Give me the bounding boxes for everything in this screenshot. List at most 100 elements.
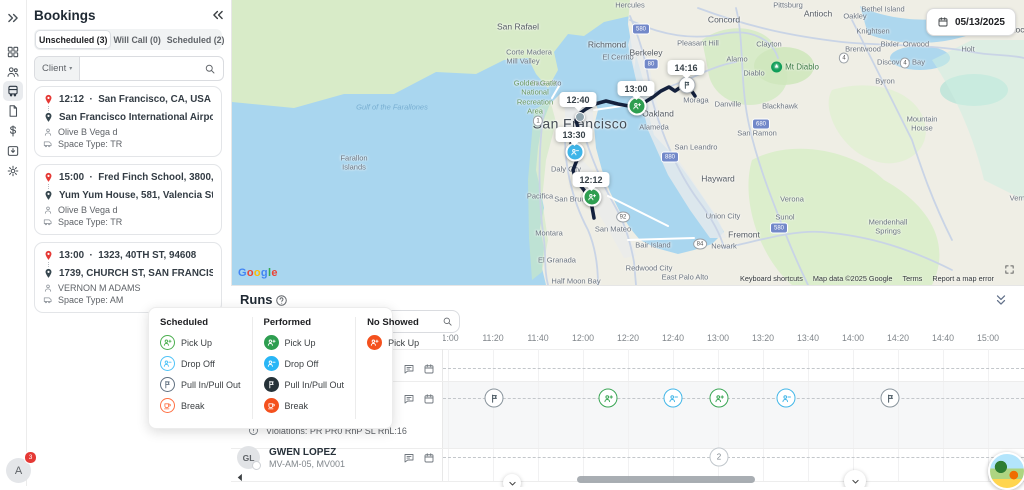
timeline-marker-dropoff[interactable] (777, 389, 796, 408)
timeline-tick: 14:20 (887, 333, 909, 343)
booking-card[interactable]: 12:12 · San Francisco, CA, USASan Franci… (34, 86, 222, 157)
map-attribution: Keyboard shortcuts Map data ©2025 Google T… (740, 274, 994, 283)
map-stop-marker-dot[interactable] (575, 112, 585, 122)
legend-column-performed: PerformedPick UpDrop OffPull In/Pull Out… (252, 317, 356, 419)
timeline-marker-pickup[interactable] (710, 389, 729, 408)
search-icon[interactable] (204, 63, 216, 75)
driver-status-dot (252, 461, 261, 470)
timeline-tick: 15:00 (977, 333, 999, 343)
pullout-icon (264, 377, 279, 392)
pullout-icon (160, 377, 175, 392)
legend-item: Pull In/Pull Out (160, 377, 241, 392)
booking-space-type: Space Type: AM (58, 295, 123, 305)
map-canvas[interactable]: San RafaelRichmondEl CerritoHerculesCort… (232, 0, 1024, 285)
help-icon[interactable] (275, 294, 288, 307)
attribution-link[interactable]: Terms (902, 274, 922, 283)
pickup-icon (367, 335, 382, 350)
driver-row[interactable]: GL GWEN LOPEZ MV-AM-05, MV001 (237, 446, 345, 469)
bookings-search-input[interactable] (80, 63, 204, 74)
timeline-marker-pickup[interactable] (599, 389, 618, 408)
sidebar-item-people[interactable] (3, 62, 23, 82)
legend-item: Break (160, 398, 241, 413)
timeline-tick: 13:40 (797, 333, 819, 343)
timeline-marker-cluster[interactable]: 2 (710, 448, 729, 467)
date-picker-chip[interactable]: 05/13/2025 (926, 8, 1016, 36)
calendar-icon[interactable] (423, 452, 435, 464)
sidebar-item-billing[interactable] (3, 121, 23, 141)
scroll-down-button[interactable] (503, 474, 521, 487)
sidebar-item-dashboard[interactable] (3, 42, 23, 62)
route-connector (48, 262, 213, 267)
expand-rows-button[interactable] (844, 470, 866, 487)
booking-dropoff: 1739, CHURCH ST, SAN FRANCISCO, 94131 (59, 268, 213, 279)
attribution-link[interactable]: Report a map error (932, 274, 994, 283)
fullscreen-icon[interactable] (1004, 264, 1015, 275)
scroll-left-icon[interactable] (235, 472, 246, 483)
attribution-link[interactable]: Keyboard shortcuts (740, 274, 803, 283)
legend-item: Pick Up (160, 335, 241, 350)
break-icon (264, 398, 279, 413)
legend-item-label: Drop Off (285, 359, 319, 369)
run-row-actions (403, 452, 435, 464)
legend-item-label: Pick Up (181, 338, 212, 348)
legend-item-label: Pull In/Pull Out (181, 380, 241, 390)
booking-dropoff: San Francisco International Airport (SFO… (59, 112, 213, 123)
timeline-tick: 12:20 (617, 333, 639, 343)
person-icon (43, 127, 53, 137)
tab-unscheduled-3-[interactable]: Unscheduled (3) (36, 31, 110, 48)
horizontal-scrollbar[interactable] (577, 476, 755, 483)
client-filter-dropdown[interactable]: Client ▾ (35, 57, 80, 80)
driver-avatar: GL (237, 446, 260, 469)
chevron-down-icon (851, 477, 860, 486)
pullout-icon (489, 393, 499, 403)
pickup-icon (160, 335, 175, 350)
sidebar-item-documents[interactable] (3, 101, 23, 121)
booking-dropoff: Yum Yum House, 581, Valencia St, San Fra… (59, 190, 213, 201)
timeline-marker-pullout[interactable] (881, 389, 900, 408)
booking-pickup: 15:00 · Fred Finch School, 3800, Coolidg… (59, 172, 213, 183)
sidebar-item-settings[interactable] (3, 161, 23, 181)
pickup-icon (603, 393, 613, 403)
collapse-panel-icon[interactable] (211, 8, 225, 22)
legend-item-label: Break (285, 401, 309, 411)
legend-item: Drop Off (160, 356, 241, 371)
pullout-icon (885, 393, 895, 403)
stop-time-tooltip: 12:40 (559, 92, 596, 107)
booking-card[interactable]: 15:00 · Fred Finch School, 3800, Coolidg… (34, 164, 222, 235)
stop-time-tooltip: 13:00 (617, 81, 654, 96)
google-logo: Google (238, 267, 278, 279)
booking-space-type: Space Type: TR (58, 139, 122, 149)
timeline-ticks: 11:0011:2011:4012:0012:2012:4013:0013:20… (443, 332, 1024, 348)
map-stop-marker-pullout[interactable] (679, 77, 696, 94)
legend-item: Pull In/Pull Out (264, 377, 345, 392)
comment-icon[interactable] (403, 452, 415, 464)
calendar-icon (937, 16, 949, 28)
booking-client: VERNON M ADAMS (58, 283, 141, 293)
sidebar-item-vehicles[interactable] (3, 81, 23, 101)
legend-popup: ScheduledPick UpDrop OffPull In/Pull Out… (148, 307, 393, 429)
booking-card[interactable]: 13:00 · 1323, 40TH ST, 94608 1739, CHURCH… (34, 242, 222, 313)
launcher-widget[interactable] (988, 452, 1024, 490)
timeline-marker-pullout[interactable] (485, 389, 504, 408)
tab-will-call-0-[interactable]: Will Call (0) (110, 31, 163, 48)
cluster-count: 2 (717, 453, 721, 462)
gear-icon (6, 164, 20, 178)
tab-scheduled-2-[interactable]: Scheduled (2) (164, 31, 228, 48)
timeline-marker-dropoff[interactable] (664, 389, 683, 408)
booking-cards-list: 12:12 · San Francisco, CA, USASan Franci… (34, 86, 222, 320)
timeline-tick: 12:40 (662, 333, 684, 343)
row-divider (231, 448, 1024, 449)
timeline-tick: 11:00 (443, 333, 459, 343)
collapse-runs-icon[interactable] (994, 293, 1008, 307)
pickup-pin-icon (43, 172, 54, 183)
dropoff-icon (160, 356, 175, 371)
bookings-title: Bookings (34, 8, 96, 23)
attribution-link[interactable]: Map data ©2025 Google (813, 274, 893, 283)
booking-pickup: 13:00 · 1323, 40TH ST, 94608 (59, 250, 196, 261)
route-connector (48, 106, 213, 111)
sidebar-item-import[interactable] (3, 141, 23, 161)
search-icon[interactable] (442, 316, 453, 327)
person-icon (43, 205, 53, 215)
person-plus-icon (633, 102, 642, 111)
expand-sidebar-button[interactable] (3, 8, 23, 28)
